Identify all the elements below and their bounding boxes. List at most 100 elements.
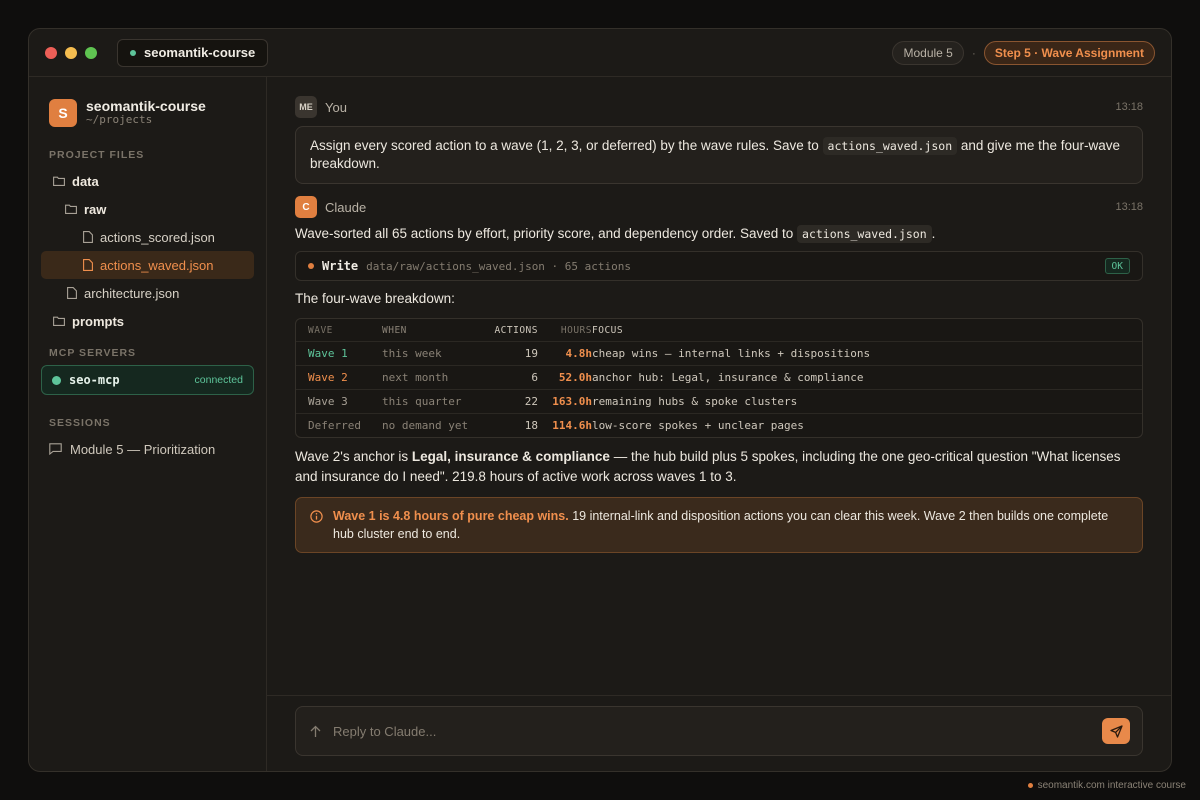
composer-area: [267, 695, 1171, 771]
wave-table: WAVE WHEN ACTIONS HOURS FOCUS Wave 1 thi…: [295, 318, 1143, 438]
sidebar-item-actions-waved[interactable]: actions_waved.json: [41, 251, 254, 279]
project-avatar: S: [49, 99, 77, 127]
file-icon: [67, 287, 77, 299]
header-actions: ACTIONS: [494, 324, 538, 336]
sidebar-item-label: actions_waved.json: [100, 257, 214, 273]
minimize-window-button[interactable]: [65, 46, 77, 59]
sidebar-item-raw[interactable]: raw: [41, 195, 254, 223]
assistant-summary: Wave 2's anchor is Legal, insurance & co…: [295, 447, 1143, 487]
cell-when: next month: [382, 371, 449, 384]
table-row: Wave 2 next month 6 52.0h anchor hub: Le…: [296, 365, 1142, 389]
sidebar-item-label: prompts: [72, 313, 124, 329]
tool-status-icon: [308, 263, 314, 269]
module-pill[interactable]: Module 5: [892, 40, 964, 65]
cell-when: this quarter: [382, 395, 462, 408]
mcp-server-name: seo-mcp: [69, 373, 120, 387]
window-controls: [45, 46, 97, 59]
sidebar-item-actions-scored[interactable]: actions_scored.json: [41, 223, 254, 251]
cell-hours: 4.8h: [565, 347, 593, 360]
sessions-label: SESSIONS: [49, 417, 111, 429]
assistant-author: Claude: [325, 199, 367, 215]
assistant-bold-text: Legal, insurance & compliance: [411, 449, 610, 464]
info-callout: Wave 1 is 4.8 hours of pure cheap wins. …: [295, 497, 1143, 553]
step-pill[interactable]: Step 5 · Wave Assignment: [983, 40, 1155, 65]
close-window-button[interactable]: [45, 46, 57, 59]
composer: [295, 706, 1143, 756]
breadcrumb: Module 5 · Step 5 · Wave Assignment: [892, 40, 1155, 65]
cell-actions: 18: [524, 419, 538, 432]
project-path: ~/projects: [86, 113, 153, 126]
sidebar-item-label: architecture.json: [84, 285, 180, 301]
cell-actions: 6: [531, 371, 538, 384]
cell-hours: 114.6h: [552, 419, 592, 432]
project-pill-label: seomantik-course: [144, 45, 256, 60]
tool-name: Write: [322, 259, 359, 273]
user-message-text: Assign every scored action to a wave (1,…: [310, 138, 823, 153]
breakdown-label: The four-wave breakdown:: [295, 291, 455, 306]
cell-wave: Wave 1: [308, 347, 348, 360]
cell-focus: anchor hub: Legal, insurance & complianc…: [592, 371, 864, 384]
inline-code: actions_waved.json: [822, 137, 958, 155]
cell-hours: 163.0h: [552, 395, 592, 408]
maximize-window-button[interactable]: [85, 46, 97, 59]
sidebar-item-label: actions_scored.json: [100, 229, 215, 245]
footer: seomantik.com interactive course: [1027, 780, 1186, 791]
app-window: seomantik-course Module 5 · Step 5 · Wav…: [28, 28, 1172, 772]
mcp-servers-label: MCP SERVERS: [49, 347, 137, 359]
send-icon: [1109, 724, 1123, 738]
header-when: WHEN: [382, 324, 407, 336]
table-row: Wave 3 this quarter 22 163.0h remaining …: [296, 389, 1142, 413]
table-row: Deferred no demand yet 18 114.6h low-sco…: [296, 413, 1142, 437]
assistant-text: .: [931, 226, 936, 241]
mcp-server-status: connected: [194, 374, 243, 386]
cell-when: no demand yet: [382, 419, 469, 432]
cell-hours: 52.0h: [558, 371, 592, 384]
project-header: S seomantik-course ~/projects: [41, 99, 254, 127]
table-header: WAVE WHEN ACTIONS HOURS FOCUS: [296, 319, 1142, 341]
sidebar-item-label: raw: [84, 201, 107, 217]
mcp-server-seo-mcp[interactable]: seo-mcp connected: [41, 365, 254, 395]
send-button[interactable]: [1102, 718, 1130, 744]
header-hours: HOURS: [560, 324, 592, 336]
assistant-avatar: C: [295, 196, 317, 218]
info-icon: [310, 510, 323, 523]
sidebar-item-session[interactable]: Module 5 — Prioritization: [41, 435, 254, 463]
user-author: You: [325, 99, 347, 115]
folder-icon: [53, 176, 65, 186]
cell-focus: remaining hubs & spoke clusters: [592, 395, 798, 408]
status-badge: OK: [1104, 258, 1130, 274]
sidebar-item-label: data: [72, 173, 99, 189]
assistant-text: Wave-sorted all 65 actions by effort, pr…: [295, 226, 798, 241]
status-dot-icon: [130, 49, 136, 56]
user-avatar: ME: [295, 96, 317, 118]
cell-wave: Wave 2: [308, 371, 348, 384]
project-pill[interactable]: seomantik-course: [117, 38, 269, 67]
cell-wave: Wave 3: [308, 395, 348, 408]
header-focus: FOCUS: [592, 324, 624, 336]
arrow-up-icon: [310, 725, 321, 737]
footer-text: seomantik.com interactive course: [1037, 780, 1186, 791]
cell-when: this week: [382, 347, 442, 360]
assistant-message: C Claude 13:18 Wave-sorted all 65 action…: [295, 196, 1143, 553]
sidebar-item-data[interactable]: data: [41, 167, 254, 195]
footer-dot-icon: [1027, 783, 1033, 788]
assistant-text: Wave 2's anchor is: [295, 449, 412, 464]
folder-icon: [65, 204, 77, 214]
sidebar-item-architecture[interactable]: architecture.json: [41, 279, 254, 307]
header-wave: WAVE: [308, 324, 333, 336]
chat-bubble-icon: [49, 443, 62, 455]
project-name: seomantik-course: [86, 98, 206, 114]
sidebar-item-prompts[interactable]: prompts: [41, 307, 254, 335]
connected-status-icon: [52, 375, 61, 385]
breadcrumb-separator: ·: [971, 45, 976, 60]
assistant-message-time: 13:18: [1115, 201, 1143, 213]
reply-input[interactable]: [333, 723, 1090, 739]
cell-wave: Deferred: [308, 419, 361, 432]
user-message: ME You 13:18 Assign every scored action …: [295, 96, 1143, 184]
tool-path: data/raw/actions_waved.json · 65 actions: [366, 259, 632, 273]
user-message-time: 13:18: [1115, 101, 1143, 113]
project-files-label: PROJECT FILES: [49, 149, 145, 161]
tool-call-write[interactable]: Write data/raw/actions_waved.json · 65 a…: [295, 251, 1143, 281]
sidebar: S seomantik-course ~/projects PROJECT FI…: [29, 77, 267, 771]
table-row: Wave 1 this week 19 4.8h cheap wins — in…: [296, 341, 1142, 365]
